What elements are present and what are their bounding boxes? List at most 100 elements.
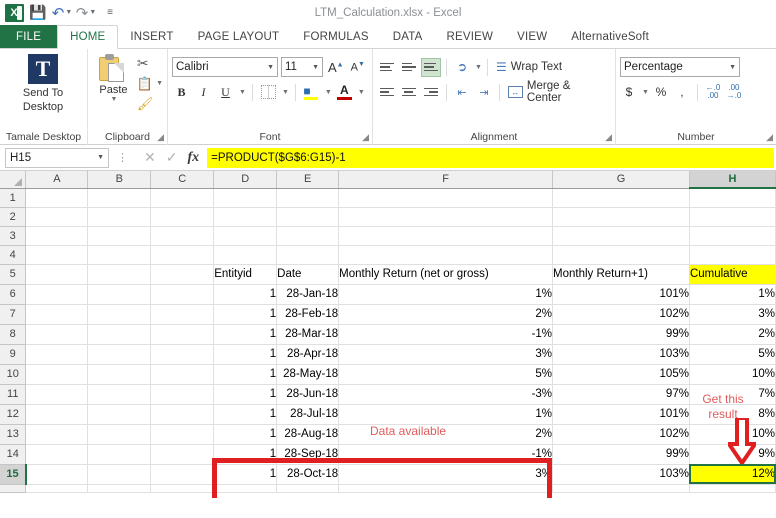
- cell-d14[interactable]: 1: [213, 444, 278, 465]
- copy-chevron-down-icon[interactable]: ▼: [156, 80, 163, 87]
- cell-a1[interactable]: [25, 188, 89, 208]
- cell-h6[interactable]: 1%: [689, 284, 776, 305]
- cell-b14[interactable]: [87, 444, 152, 465]
- tab-data[interactable]: DATA: [381, 25, 435, 48]
- decrease-decimal-button[interactable]: .00 →.0: [725, 83, 743, 102]
- cell-e6[interactable]: 28-Jan-18: [276, 284, 340, 305]
- column-header-a[interactable]: A: [25, 171, 89, 189]
- cell-g10[interactable]: 105%: [552, 364, 690, 385]
- font-size-combobox[interactable]: 11 ▼: [281, 57, 323, 77]
- cell-f1[interactable]: [338, 188, 554, 208]
- cell-b4[interactable]: [87, 245, 152, 265]
- cell-h8[interactable]: 2%: [689, 324, 776, 345]
- cell-b5[interactable]: [87, 264, 152, 285]
- cell-d4[interactable]: [213, 245, 278, 265]
- cell-c1[interactable]: [150, 188, 215, 208]
- row-header-16[interactable]: [0, 484, 27, 493]
- column-header-f[interactable]: F: [338, 171, 554, 189]
- cell-b16[interactable]: [87, 484, 152, 493]
- increase-indent-button[interactable]: ⇥: [474, 83, 494, 102]
- cell-h14[interactable]: 9%: [689, 444, 776, 465]
- cell-h9[interactable]: 5%: [689, 344, 776, 365]
- cell-h10[interactable]: 10%: [689, 364, 776, 385]
- row-header-9[interactable]: 9: [0, 344, 27, 365]
- row-header-1[interactable]: 1: [0, 188, 27, 208]
- borders-chevron-down-icon[interactable]: ▼: [282, 89, 289, 96]
- cell-a10[interactable]: [25, 364, 89, 385]
- tab-alternativesoft[interactable]: AlternativeSoft: [559, 25, 661, 48]
- increase-font-size-button[interactable]: A▲: [326, 60, 346, 75]
- cell-c10[interactable]: [150, 364, 215, 385]
- font-dialog-launcher-icon[interactable]: ◢: [362, 132, 369, 143]
- borders-button[interactable]: [259, 83, 278, 102]
- cell-g16[interactable]: [552, 484, 690, 493]
- cell-c12[interactable]: [150, 404, 215, 425]
- alignment-dialog-launcher-icon[interactable]: ◢: [605, 132, 612, 143]
- cell-e2[interactable]: [276, 207, 340, 227]
- cell-c7[interactable]: [150, 304, 215, 325]
- cell-d15[interactable]: 1: [213, 464, 278, 485]
- cell-e8[interactable]: 28-Mar-18: [276, 324, 340, 345]
- cell-h12[interactable]: 8%: [689, 404, 776, 425]
- cell-d3[interactable]: [213, 226, 278, 246]
- cell-g5[interactable]: Monthly Return+1): [552, 264, 690, 285]
- cell-e11[interactable]: 28-Jun-18: [276, 384, 340, 405]
- cut-button[interactable]: ✂: [137, 55, 163, 72]
- cell-c8[interactable]: [150, 324, 215, 345]
- cell-g9[interactable]: 103%: [552, 344, 690, 365]
- row-header-13[interactable]: 13: [0, 424, 27, 445]
- cell-g3[interactable]: [552, 226, 690, 246]
- merge-and-center-button[interactable]: ↔ Merge & Center: [505, 80, 611, 104]
- enter-formula-icon[interactable]: ✓: [166, 149, 178, 166]
- column-header-g[interactable]: G: [552, 171, 690, 189]
- cell-h7[interactable]: 3%: [689, 304, 776, 325]
- number-dialog-launcher-icon[interactable]: ◢: [766, 132, 773, 143]
- cell-e4[interactable]: [276, 245, 340, 265]
- paste-dropdown-chevron-down-icon[interactable]: ▼: [110, 96, 117, 103]
- cell-b3[interactable]: [87, 226, 152, 246]
- cell-h13[interactable]: 10%: [689, 424, 776, 445]
- cell-a12[interactable]: [25, 404, 89, 425]
- cell-h5[interactable]: Cumulative: [689, 264, 776, 285]
- cell-d9[interactable]: 1: [213, 344, 278, 365]
- row-header-7[interactable]: 7: [0, 304, 27, 325]
- cell-a6[interactable]: [25, 284, 89, 305]
- accounting-format-button[interactable]: $: [620, 83, 638, 102]
- save-icon[interactable]: 💾: [27, 2, 49, 23]
- cell-b1[interactable]: [87, 188, 152, 208]
- cell-d10[interactable]: 1: [213, 364, 278, 385]
- cell-d5[interactable]: Entityid: [213, 264, 278, 285]
- row-header-3[interactable]: 3: [0, 226, 27, 246]
- row-header-14[interactable]: 14: [0, 444, 27, 465]
- align-right-button[interactable]: [421, 83, 441, 102]
- cell-e3[interactable]: [276, 226, 340, 246]
- cancel-formula-icon[interactable]: ✕: [144, 149, 156, 166]
- number-format-combobox[interactable]: Percentage ▼: [620, 57, 740, 77]
- cell-c4[interactable]: [150, 245, 215, 265]
- underline-button[interactable]: U: [216, 83, 235, 102]
- row-header-6[interactable]: 6: [0, 284, 27, 305]
- copy-button[interactable]: 📋 ▼: [137, 75, 163, 92]
- number-format-chevron-down-icon[interactable]: ▼: [729, 64, 736, 71]
- align-middle-button[interactable]: [399, 58, 419, 77]
- align-center-button[interactable]: [399, 83, 419, 102]
- redo-icon[interactable]: ↷ ▼: [75, 2, 97, 23]
- cell-c3[interactable]: [150, 226, 215, 246]
- cell-b7[interactable]: [87, 304, 152, 325]
- select-all-corner-button[interactable]: [0, 171, 27, 189]
- cell-g1[interactable]: [552, 188, 690, 208]
- column-header-e[interactable]: E: [276, 171, 340, 189]
- cell-a11[interactable]: [25, 384, 89, 405]
- cell-f12[interactable]: 1%: [338, 404, 554, 425]
- font-name-chevron-down-icon[interactable]: ▼: [267, 64, 274, 71]
- cell-g14[interactable]: 99%: [552, 444, 690, 465]
- row-header-10[interactable]: 10: [0, 364, 27, 385]
- row-header-12[interactable]: 12: [0, 404, 27, 425]
- row-header-4[interactable]: 4: [0, 245, 27, 265]
- cell-b8[interactable]: [87, 324, 152, 345]
- cell-h1[interactable]: [689, 188, 776, 208]
- tab-formulas[interactable]: FORMULAS: [291, 25, 381, 48]
- cell-e16[interactable]: [276, 484, 340, 493]
- underline-chevron-down-icon[interactable]: ▼: [239, 89, 246, 96]
- cell-e7[interactable]: 28-Feb-18: [276, 304, 340, 325]
